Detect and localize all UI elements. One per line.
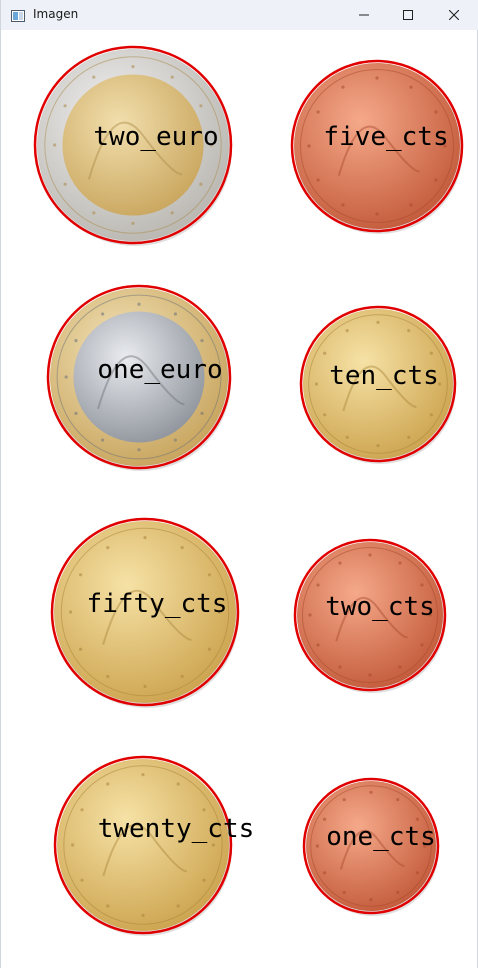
- coin-label: five_cts: [323, 122, 449, 152]
- coin-label: ten_cts: [329, 361, 439, 391]
- close-icon: [449, 10, 459, 20]
- minimize-icon: [359, 10, 369, 20]
- coin-label: twenty_cts: [97, 814, 255, 844]
- coin-label: fifty_cts: [86, 589, 228, 619]
- window-title: Imagen: [33, 7, 79, 21]
- title-bar[interactable]: Imagen: [1, 0, 478, 30]
- maximize-button[interactable]: [385, 0, 431, 30]
- coin-label: two_cts: [325, 592, 435, 622]
- close-button[interactable]: [431, 0, 477, 30]
- coin-twenty-cts: [49, 751, 237, 939]
- minimize-button[interactable]: [341, 0, 387, 30]
- image-window-icon: [11, 8, 25, 22]
- coin-label: one_euro: [97, 355, 223, 385]
- coin-label: one_cts: [326, 822, 436, 852]
- coin-label: two_euro: [93, 122, 219, 152]
- maximize-icon: [403, 10, 413, 20]
